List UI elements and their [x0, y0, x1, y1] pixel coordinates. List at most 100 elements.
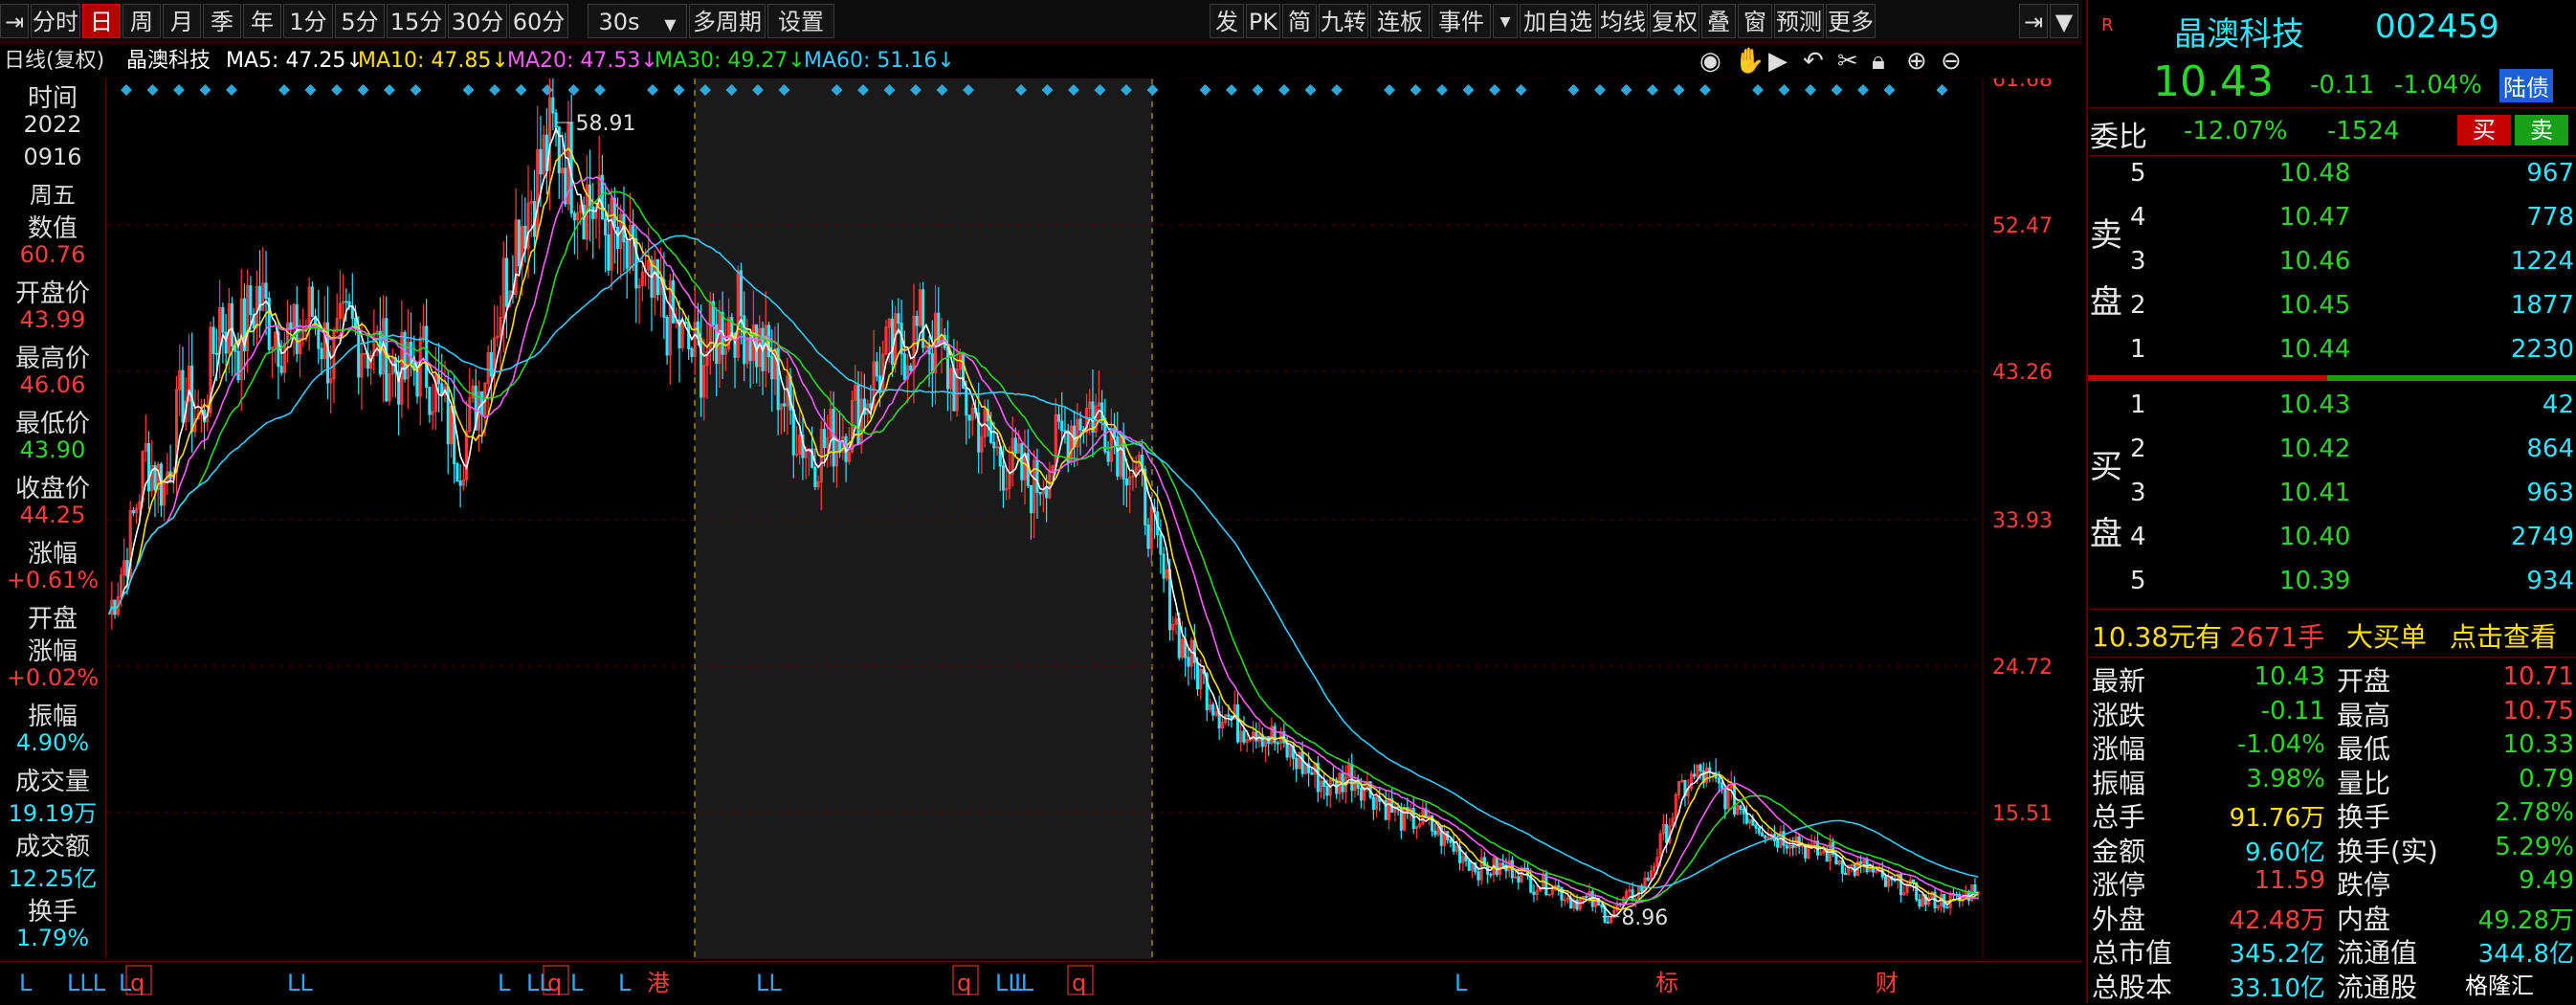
event-marker[interactable]: q: [547, 970, 562, 996]
event-diamond[interactable]: [542, 84, 553, 96]
event-diamond[interactable]: [1489, 84, 1500, 96]
event-marker[interactable]: LLL: [67, 970, 106, 996]
lock-icon[interactable]: 🔒︎: [1872, 44, 1885, 78]
tab-period-0[interactable]: 分时: [31, 4, 80, 38]
event-diamond[interactable]: [199, 84, 211, 96]
sell-price[interactable]: 10.48: [2279, 159, 2350, 188]
hand-icon[interactable]: ✋: [1734, 44, 1765, 78]
event-diamond[interactable]: [410, 84, 422, 96]
event-diamond[interactable]: [1857, 84, 1869, 96]
event-marker[interactable]: L: [570, 970, 584, 996]
tab-period-4[interactable]: 季: [203, 4, 241, 38]
event-diamond[interactable]: [226, 84, 237, 96]
event-diamond[interactable]: [1594, 84, 1606, 96]
event-diamond[interactable]: [1226, 84, 1237, 96]
candlestick-chart[interactable]: 61.68 52.47 43.26 33.93 24.72 15.51 58.91 8.96: [107, 78, 2082, 959]
zoom-out-icon[interactable]: ⊖: [1941, 44, 1962, 78]
sell-price[interactable]: 10.46: [2279, 247, 2350, 276]
event-diamond[interactable]: [489, 84, 500, 96]
buy-price[interactable]: 10.42: [2279, 435, 2350, 463]
event-diamond[interactable]: [673, 84, 685, 96]
event-diamond[interactable]: [1436, 84, 1448, 96]
event-diamond[interactable]: [594, 84, 606, 96]
settings-button[interactable]: 设置: [767, 4, 834, 38]
tool-button-10[interactable]: 窗: [1738, 4, 1772, 38]
event-diamond[interactable]: [1647, 84, 1658, 96]
tool-button-11[interactable]: 预测: [1774, 4, 1824, 38]
buy-button[interactable]: 买: [2457, 115, 2511, 145]
dropdown-icon[interactable]: ▼: [2050, 4, 2078, 38]
event-diamond[interactable]: [1331, 84, 1343, 96]
event-marker[interactable]: LL: [287, 970, 313, 996]
event-marker[interactable]: L: [19, 970, 33, 996]
event-diamond[interactable]: [1778, 84, 1790, 96]
event-diamond[interactable]: [1831, 84, 1843, 96]
tab-period-3[interactable]: 月: [163, 4, 201, 38]
tool-button-7[interactable]: 均线: [1598, 4, 1648, 38]
sell-price[interactable]: 10.47: [2279, 203, 2350, 232]
tab-period-6[interactable]: 1分: [283, 4, 333, 38]
tool-button-0[interactable]: 发: [1210, 4, 1244, 38]
sell-price[interactable]: 10.45: [2279, 291, 2350, 320]
event-marker[interactable]: L: [618, 970, 632, 996]
event-dropdown-icon[interactable]: ▼: [1493, 4, 1518, 38]
tool-button-8[interactable]: 复权: [1650, 4, 1699, 38]
event-diamond[interactable]: [1673, 84, 1685, 96]
tab-period-5[interactable]: 年: [243, 4, 281, 38]
event-diamond[interactable]: [1515, 84, 1527, 96]
tool-button-12[interactable]: 更多: [1826, 4, 1876, 38]
selection-band[interactable]: [695, 78, 1152, 959]
tool-button-1[interactable]: PK: [1246, 4, 1280, 38]
tool-button-4[interactable]: 连板: [1370, 4, 1430, 38]
scissors-icon[interactable]: ✂: [1837, 44, 1858, 78]
event-marker[interactable]: 标: [1655, 970, 1678, 996]
event-marker[interactable]: 财: [1876, 970, 1899, 996]
event-diamond[interactable]: [1462, 84, 1475, 96]
event-diamond[interactable]: [357, 84, 369, 96]
event-diamond[interactable]: [1199, 84, 1211, 96]
event-diamond[interactable]: [278, 84, 290, 96]
eye-icon[interactable]: ◉: [1699, 44, 1721, 78]
tool-button-6[interactable]: 加自选: [1520, 4, 1596, 38]
sidebar-toggle-icon[interactable]: ⇥: [0, 4, 29, 38]
event-diamond[interactable]: [1410, 84, 1422, 96]
tab-period-7[interactable]: 5分: [335, 4, 385, 38]
event-diamond[interactable]: [1883, 84, 1896, 96]
event-diamond[interactable]: [1304, 84, 1317, 96]
event-diamond[interactable]: [146, 84, 159, 96]
buy-price[interactable]: 10.41: [2279, 479, 2350, 507]
event-marker[interactable]: q: [957, 970, 971, 996]
event-diamond[interactable]: [462, 84, 475, 96]
event-diamond[interactable]: [121, 84, 132, 96]
play-icon[interactable]: ▶: [1768, 44, 1788, 78]
sell-price[interactable]: 10.44: [2279, 335, 2350, 364]
sell-button[interactable]: 卖: [2515, 115, 2568, 145]
tab-period-10[interactable]: 60分: [509, 4, 568, 38]
event-marker[interactable]: q: [1072, 970, 1086, 996]
event-diamond[interactable]: [1620, 84, 1632, 96]
board-badge[interactable]: 陆债: [2499, 69, 2553, 102]
event-diamond[interactable]: [1252, 84, 1264, 96]
event-diamond[interactable]: [331, 84, 343, 96]
tool-button-5[interactable]: 事件: [1432, 4, 1491, 38]
event-marker[interactable]: L: [1455, 970, 1468, 996]
event-diamond[interactable]: [515, 84, 527, 96]
event-diamond[interactable]: [384, 84, 395, 96]
event-marker[interactable]: LL: [756, 970, 782, 996]
buy-price[interactable]: 10.43: [2279, 391, 2350, 419]
tab-period-9[interactable]: 30分: [448, 4, 507, 38]
event-diamond[interactable]: [304, 84, 317, 96]
period-select[interactable]: 30s ▼: [588, 4, 687, 38]
event-marker[interactable]: 港: [647, 970, 670, 996]
event-diamond[interactable]: [1567, 84, 1580, 96]
tab-period-1[interactable]: 日: [82, 4, 121, 38]
event-diamond[interactable]: [1805, 84, 1816, 96]
event-diamond[interactable]: [1278, 84, 1290, 96]
buy-price[interactable]: 10.40: [2279, 523, 2350, 551]
event-marker[interactable]: q: [130, 970, 144, 996]
event-diamond[interactable]: [647, 84, 658, 96]
event-diamond[interactable]: [1699, 84, 1711, 96]
tool-button-2[interactable]: 简: [1282, 4, 1317, 38]
zoom-in-icon[interactable]: ⊕: [1906, 44, 1927, 78]
undo-icon[interactable]: ↶: [1803, 44, 1824, 78]
